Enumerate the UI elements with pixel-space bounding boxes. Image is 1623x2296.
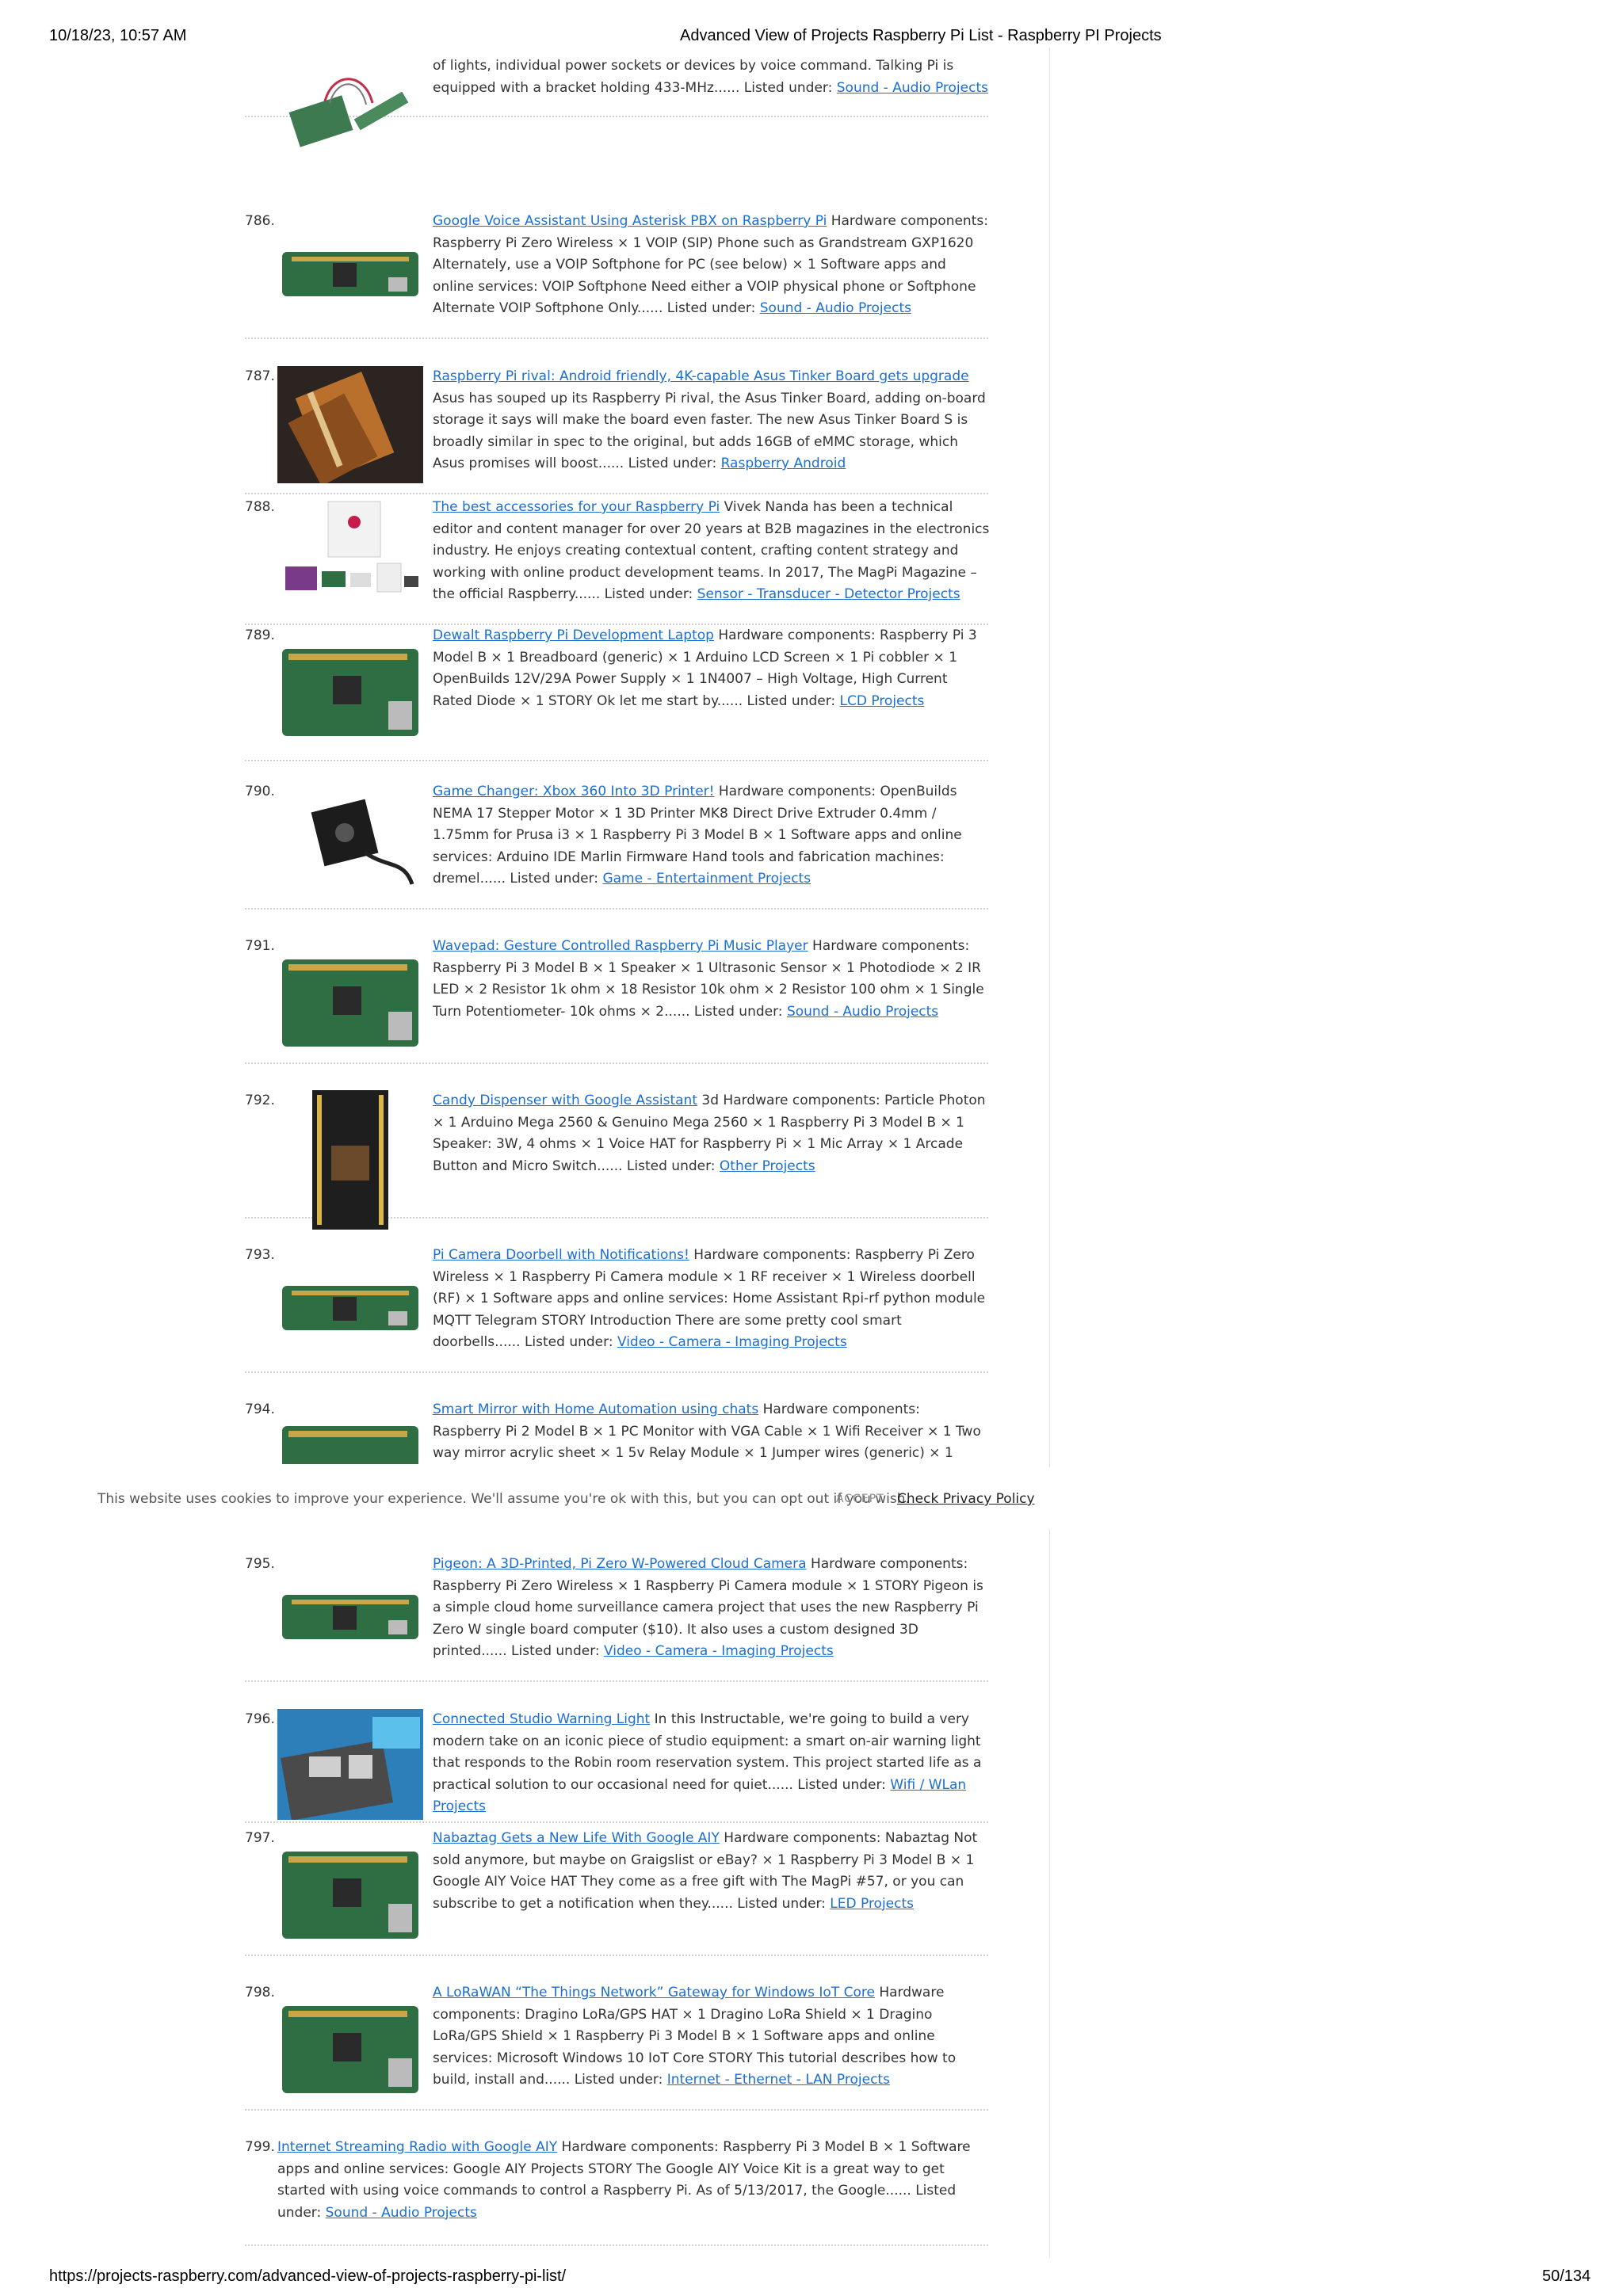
project-title-link[interactable]: Nabaztag Gets a New Life With Google AIY bbox=[433, 1830, 720, 1846]
project-title-link[interactable]: Wavepad: Gesture Controlled Raspberry Pi… bbox=[433, 938, 808, 954]
list-item-partial: of lights, individual power sockets or d… bbox=[245, 55, 988, 147]
category-link[interactable]: LED Projects bbox=[830, 1896, 914, 1912]
list-item-text: Smart Mirror with Home Automation using … bbox=[433, 1402, 981, 1467]
category-link[interactable]: Sound - Audio Projects bbox=[787, 1004, 938, 1020]
project-thumbnail bbox=[277, 1245, 423, 1362]
project-title-link[interactable]: A LoRaWAN “The Things Network” Gateway f… bbox=[433, 1985, 875, 2000]
item-number: 792. bbox=[245, 1093, 275, 1108]
cookie-accept-button[interactable]: ACCEPT bbox=[836, 1493, 884, 1505]
category-link[interactable]: Internet - Ethernet - LAN Projects bbox=[667, 2072, 890, 2088]
item-number: 796. bbox=[245, 1711, 275, 1727]
item-number: 799. bbox=[245, 2139, 275, 2155]
list-item-797: 797. Nabaztag Gets a New Life With Googl… bbox=[245, 1828, 988, 1956]
project-thumbnail bbox=[277, 211, 423, 328]
list-item-794: 794. Smart Mirror with Home Automation u… bbox=[245, 1399, 988, 1467]
list-item-text: Pi Camera Doorbell with Notifications! H… bbox=[433, 1247, 986, 1350]
list-item-text: Dewalt Raspberry Pi Development Laptop H… bbox=[433, 627, 977, 709]
category-link[interactable]: Raspberry Android bbox=[721, 456, 846, 471]
list-item-788: 788. The best accessories for your Raspb… bbox=[245, 497, 990, 625]
list-item-text: Internet Streaming Radio with Google AIY… bbox=[277, 2139, 971, 2221]
print-url: https://projects-raspberry.com/advanced-… bbox=[49, 2267, 567, 2285]
item-number: 787. bbox=[245, 368, 275, 384]
list-item-792: 792. Candy Dispenser with Google Assista… bbox=[245, 1090, 988, 1230]
sidebar-divider-bottom bbox=[1049, 1529, 1050, 2258]
project-title-link[interactable]: Game Changer: Xbox 360 Into 3D Printer! bbox=[433, 784, 715, 799]
list-item-786: 786. Google Voice Assistant Using Asteri… bbox=[245, 211, 988, 339]
project-title-link[interactable]: Raspberry Pi rival: Android friendly, 4K… bbox=[433, 368, 969, 384]
category-link[interactable]: Video - Camera - Imaging Projects bbox=[604, 1643, 834, 1659]
category-link[interactable]: Video - Camera - Imaging Projects bbox=[617, 1334, 847, 1350]
list-item-795: 795. Pigeon: A 3D-Printed, Pi Zero W-Pow… bbox=[245, 1554, 988, 1682]
project-thumbnail bbox=[277, 497, 423, 614]
list-item-text: A LoRaWAN “The Things Network” Gateway f… bbox=[433, 1985, 957, 2088]
list-item-text: Raspberry Pi rival: Android friendly, 4K… bbox=[433, 368, 986, 471]
project-thumbnail bbox=[277, 625, 423, 742]
item-number: 795. bbox=[245, 1556, 275, 1572]
item-number: 798. bbox=[245, 1985, 275, 2000]
project-thumbnail bbox=[277, 55, 423, 174]
list-item-text: Google Voice Assistant Using Asterisk PB… bbox=[433, 213, 988, 316]
privacy-policy-link[interactable]: Check Privacy Policy bbox=[897, 1491, 1035, 1507]
project-title-link[interactable]: Candy Dispenser with Google Assistant bbox=[433, 1093, 697, 1108]
list-item-799: 799. Internet Streaming Radio with Googl… bbox=[245, 2137, 988, 2246]
project-title-link[interactable]: Pi Camera Doorbell with Notifications! bbox=[433, 1247, 689, 1263]
list-item-text: Game Changer: Xbox 360 Into 3D Printer! … bbox=[433, 784, 962, 887]
item-number: 786. bbox=[245, 213, 275, 229]
item-number: 797. bbox=[245, 1830, 275, 1846]
category-link[interactable]: Sound - Audio Projects bbox=[760, 300, 911, 316]
category-link[interactable]: Other Projects bbox=[720, 1158, 815, 1174]
list-item-text: Candy Dispenser with Google Assistant 3d… bbox=[433, 1093, 986, 1174]
list-item-text: Nabaztag Gets a New Life With Google AIY… bbox=[433, 1830, 978, 1912]
sidebar-divider-top bbox=[1049, 48, 1050, 1467]
project-title-link[interactable]: Google Voice Assistant Using Asterisk PB… bbox=[433, 213, 827, 229]
print-datetime: 10/18/23, 10:57 AM bbox=[49, 27, 187, 44]
project-thumbnail bbox=[277, 1421, 423, 1467]
category-link[interactable]: Sound - Audio Projects bbox=[326, 2205, 477, 2221]
category-link[interactable]: Sensor - Transducer - Detector Projects bbox=[697, 586, 960, 602]
project-title-link[interactable]: Pigeon: A 3D-Printed, Pi Zero W-Powered … bbox=[433, 1556, 807, 1572]
project-thumbnail bbox=[277, 1554, 423, 1671]
item-number: 794. bbox=[245, 1402, 275, 1417]
project-thumbnail bbox=[277, 936, 423, 1053]
list-item-text: of lights, individual power sockets or d… bbox=[433, 58, 988, 96]
project-thumbnail bbox=[277, 366, 423, 483]
project-thumbnail bbox=[277, 1709, 423, 1820]
list-item-text: Connected Studio Warning Light In this I… bbox=[433, 1711, 982, 1814]
project-title-link[interactable]: Smart Mirror with Home Automation using … bbox=[433, 1402, 758, 1417]
project-thumbnail bbox=[277, 1982, 423, 2100]
list-item-text: Pigeon: A 3D-Printed, Pi Zero W-Powered … bbox=[433, 1556, 983, 1659]
project-title-link[interactable]: Connected Studio Warning Light bbox=[433, 1711, 650, 1727]
list-item-790: 790. Game Changer: Xbox 360 Into 3D Prin… bbox=[245, 781, 988, 910]
list-item-text: The best accessories for your Raspberry … bbox=[433, 499, 990, 602]
project-title-link[interactable]: Dewalt Raspberry Pi Development Laptop bbox=[433, 627, 714, 643]
category-link[interactable]: Sound - Audio Projects bbox=[837, 80, 988, 96]
category-link[interactable]: LCD Projects bbox=[840, 693, 925, 709]
project-thumbnail bbox=[277, 1828, 423, 1945]
cookie-consent-bar: This website uses cookies to improve you… bbox=[0, 1464, 1049, 1537]
print-page-number: 50/134 bbox=[1542, 2267, 1591, 2285]
cookie-message: This website uses cookies to improve you… bbox=[97, 1491, 910, 1507]
list-item-text: Wavepad: Gesture Controlled Raspberry Pi… bbox=[433, 938, 984, 1020]
category-link[interactable]: Game - Entertainment Projects bbox=[602, 871, 811, 887]
list-item-787: 787. Raspberry Pi rival: Android friendl… bbox=[245, 366, 988, 494]
item-number: 789. bbox=[245, 627, 275, 643]
list-item-796: 796. Connected Studio Warning Light In t… bbox=[245, 1709, 988, 1823]
print-page-title: Advanced View of Projects Raspberry Pi L… bbox=[680, 27, 1162, 44]
item-number: 791. bbox=[245, 938, 275, 954]
list-item-789: 789. Dewalt Raspberry Pi Development Lap… bbox=[245, 625, 988, 761]
list-item-791: 791. Wavepad: Gesture Controlled Raspber… bbox=[245, 936, 988, 1064]
list-item-798: 798. A LoRaWAN “The Things Network” Gate… bbox=[245, 1982, 988, 2111]
list-item-793: 793. Pi Camera Doorbell with Notificatio… bbox=[245, 1245, 988, 1373]
project-title-link[interactable]: Internet Streaming Radio with Google AIY bbox=[277, 2139, 557, 2155]
project-title-link[interactable]: The best accessories for your Raspberry … bbox=[433, 499, 720, 515]
project-thumbnail bbox=[277, 781, 423, 898]
item-number: 788. bbox=[245, 499, 275, 515]
project-thumbnail bbox=[277, 1090, 423, 1230]
item-number: 790. bbox=[245, 784, 275, 799]
item-number: 793. bbox=[245, 1247, 275, 1263]
